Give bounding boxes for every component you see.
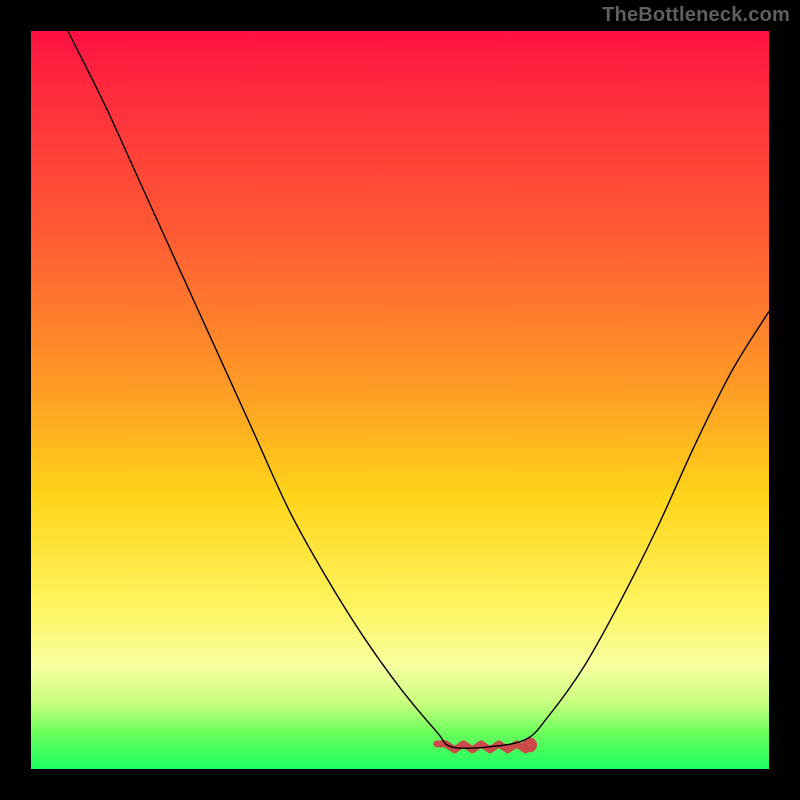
curve-overlay xyxy=(31,31,769,769)
chart-frame: TheBottleneck.com xyxy=(0,0,800,800)
bottleneck-curve xyxy=(68,31,769,748)
attribution-label: TheBottleneck.com xyxy=(602,4,790,27)
plot-area xyxy=(31,31,769,769)
